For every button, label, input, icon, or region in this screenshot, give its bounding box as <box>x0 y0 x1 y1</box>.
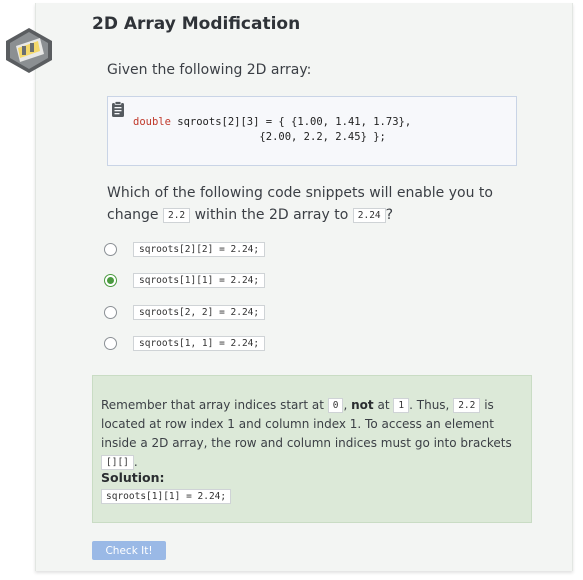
solution-label: Solution: <box>101 470 165 485</box>
solution-code: sqroots[1][1] = 2.24; <box>101 489 232 504</box>
inline-code-to: 2.24 <box>352 208 386 223</box>
code-line-1: sqroots[2][3] = { {1.00, 1.41, 1.73}, <box>170 116 412 128</box>
logo-icon <box>6 28 52 73</box>
feedback-text-part: Remember that array indices start at <box>101 398 324 412</box>
feedback-text-part: . <box>133 455 138 469</box>
intro-text: Given the following 2D array: <box>107 62 312 78</box>
feedback-text: Remember that array indices start at 0, … <box>101 396 527 472</box>
check-circle-icon[interactable] <box>104 273 117 287</box>
inline-code: 2.2 <box>453 398 481 413</box>
option-3[interactable]: sqroots[2, 2] = 2.24; <box>104 302 266 322</box>
code-keyword: double <box>133 116 171 128</box>
inline-code-from: 2.2 <box>162 208 191 223</box>
inline-code: 0 <box>327 398 344 413</box>
inline-code: [][] <box>101 455 134 470</box>
radio-button[interactable] <box>104 336 117 350</box>
code-text: double sqroots[2][3] = { {1.00, 1.41, 1.… <box>133 115 411 145</box>
question-middle: within the 2D array to <box>194 207 349 223</box>
feedback-panel: Remember that array indices start at 0, … <box>92 375 532 523</box>
radio-button[interactable] <box>104 305 117 319</box>
radio-button[interactable] <box>104 242 117 256</box>
option-code: sqroots[2, 2] = 2.24; <box>133 304 266 320</box>
question-suffix: ? <box>385 207 394 223</box>
option-code: sqroots[2][2] = 2.24; <box>133 241 266 257</box>
code-block: double sqroots[2][3] = { {1.00, 1.41, 1.… <box>107 96 517 166</box>
check-it-button[interactable]: Check It! <box>92 541 166 560</box>
option-code: sqroots[1][1] = 2.24; <box>133 272 266 288</box>
option-1[interactable]: sqroots[2][2] = 2.24; <box>104 239 266 259</box>
option-4[interactable]: sqroots[1, 1] = 2.24; <box>104 333 266 353</box>
option-code: sqroots[1, 1] = 2.24; <box>133 335 266 351</box>
feedback-text-part: at <box>377 398 390 412</box>
feedback-text-part: . Thus, <box>409 398 450 412</box>
feedback-text-part: , <box>343 398 348 412</box>
feedback-bold: not <box>351 398 374 412</box>
code-line-2: {2.00, 2.2, 2.45} }; <box>133 131 386 143</box>
option-2[interactable]: sqroots[1][1] = 2.24; <box>104 270 266 290</box>
question-text: Which of the following code snippets wil… <box>107 182 527 227</box>
clipboard-icon[interactable] <box>111 101 125 117</box>
page-title: 2D Array Modification <box>92 14 301 34</box>
inline-code: 1 <box>393 398 410 413</box>
